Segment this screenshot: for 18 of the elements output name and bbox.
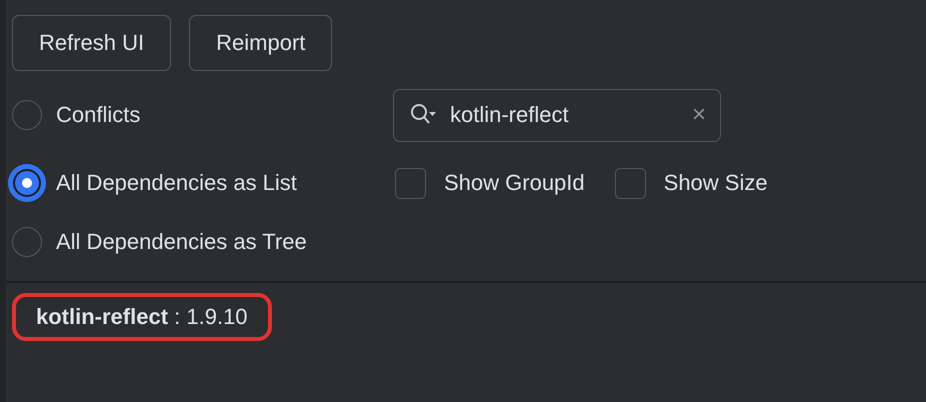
checkbox[interactable] [395, 168, 426, 198]
view-radio-option[interactable]: Conflicts [6, 100, 387, 130]
dependency-item[interactable]: kotlin-reflect : 1.9.10 [12, 293, 272, 341]
checkbox-label: Show Size [664, 170, 768, 196]
radio-label: Conflicts [56, 102, 140, 128]
clear-icon[interactable]: × [692, 101, 706, 129]
radio-button[interactable] [12, 100, 42, 130]
checkbox-label: Show GroupId [444, 170, 585, 196]
search-field[interactable]: kotlin-reflect × [393, 88, 721, 142]
checkbox[interactable] [614, 168, 646, 198]
view-radio-option[interactable]: All Dependencies as List [6, 164, 387, 202]
toolbar-button[interactable]: Refresh UI [12, 15, 172, 71]
radio-label: All Dependencies as List [56, 170, 297, 196]
view-radio-option[interactable]: All Dependencies as Tree [6, 227, 387, 257]
radio-button[interactable] [12, 227, 42, 257]
radio-label: All Dependencies as Tree [56, 229, 307, 255]
radio-button[interactable] [8, 164, 46, 202]
toolbar-button[interactable]: Reimport [189, 15, 332, 71]
